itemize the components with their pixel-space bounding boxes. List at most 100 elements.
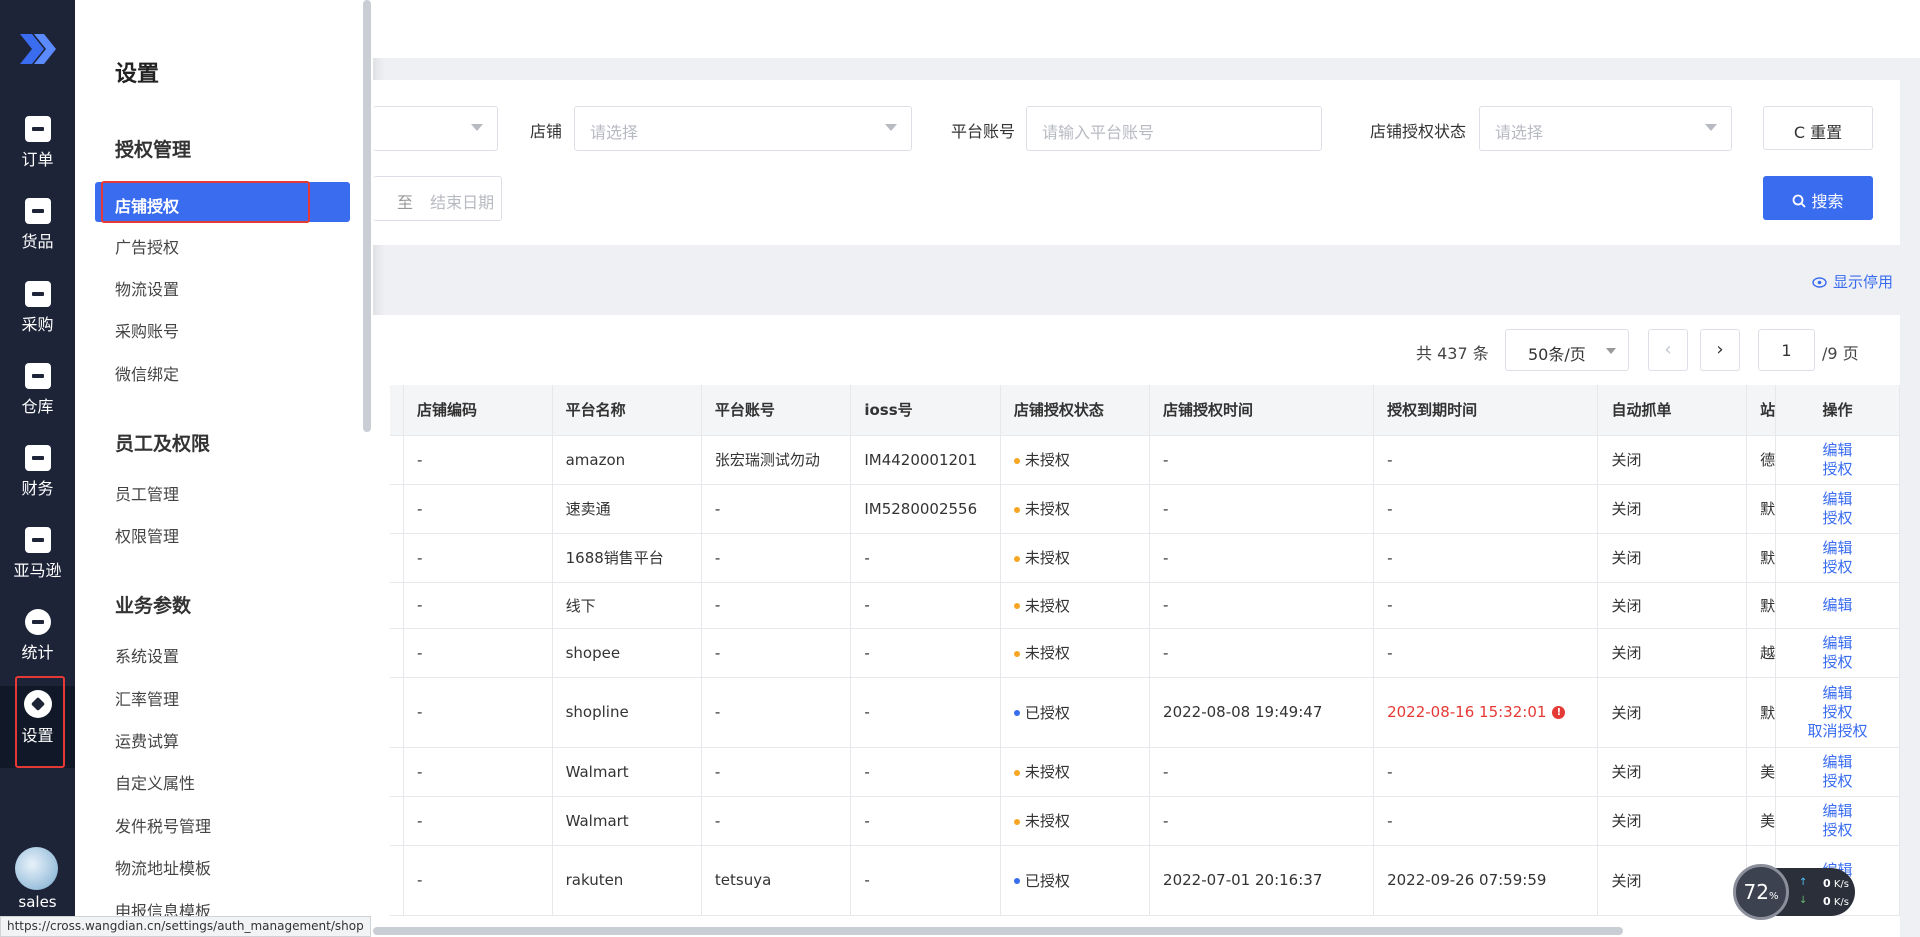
nav-item-goods[interactable]: 货品 xyxy=(0,194,75,276)
menu-item[interactable]: 自定义属性 xyxy=(115,770,195,794)
menu-item[interactable]: 微信绑定 xyxy=(115,361,179,385)
row-action-link[interactable]: 编辑 xyxy=(1776,802,1898,821)
chevron-down-icon xyxy=(885,124,897,131)
cell-account: tetsuya xyxy=(701,845,852,916)
user-avatar[interactable] xyxy=(15,847,58,890)
row-action-link[interactable]: 授权 xyxy=(1776,509,1898,528)
table-header-cell[interactable]: 店铺授权状态 xyxy=(1000,385,1151,436)
nav-item-amazon-chart[interactable]: 亚马逊 xyxy=(0,523,75,605)
cell-status: 已授权 xyxy=(1000,677,1151,748)
panel-scrollbar[interactable] xyxy=(363,0,371,432)
cell-auto: 关闭 xyxy=(1597,677,1748,748)
cell-ioss: - xyxy=(850,628,1001,678)
cell-expire: - xyxy=(1373,796,1599,846)
first-filter-select[interactable] xyxy=(373,106,498,151)
table-header-cell[interactable]: 自动抓单 xyxy=(1597,385,1748,436)
search-button[interactable]: 搜索 xyxy=(1763,176,1873,220)
row-action-link[interactable]: 授权 xyxy=(1776,558,1898,577)
menu-item[interactable]: 系统设置 xyxy=(115,643,179,667)
network-speed-widget[interactable]: 72% ↑ 0 K/s ↓ 0 K/s xyxy=(1733,864,1855,920)
menu-item[interactable]: 发件税号管理 xyxy=(115,813,211,837)
table-row[interactable]: - Walmart - - 未授权 - - 关闭美编辑 授权 xyxy=(390,796,1900,846)
menu-item[interactable]: 员工管理 xyxy=(115,481,179,505)
show-disabled-toggle[interactable]: 显示停用 xyxy=(1812,271,1893,292)
cell-platform: 线下 xyxy=(552,582,702,629)
prev-page-button[interactable]: ‹ xyxy=(1648,329,1688,371)
cell-ioss: - xyxy=(850,845,1001,916)
table-row[interactable]: - rakuten tetsuya - 已授权 2022-07-01 20:16:37 20… xyxy=(390,845,1900,916)
menu-item[interactable]: 汇率管理 xyxy=(115,686,179,710)
menu-item[interactable]: 权限管理 xyxy=(115,523,179,547)
row-action-link[interactable]: 授权 xyxy=(1776,703,1898,722)
table-row[interactable]: -1688销售平台 - - 未授权 - - 关闭默编辑 授权 xyxy=(390,533,1900,583)
page-number-input[interactable]: 1 xyxy=(1758,329,1815,371)
table-header-cell[interactable]: 店铺授权时间 xyxy=(1149,385,1375,436)
cell-auth-time: - xyxy=(1149,435,1375,485)
table-header-cell[interactable]: 站 xyxy=(1746,385,1777,436)
nav-item-finance[interactable]: 财务 xyxy=(0,441,75,523)
table-cell xyxy=(390,747,404,797)
cell-actions: 编辑授权 xyxy=(1775,484,1900,534)
cell-code: - xyxy=(403,677,553,748)
menu-item[interactable]: 运费试算 xyxy=(115,728,179,752)
menu-item[interactable]: 广告授权 xyxy=(115,234,179,258)
table-row[interactable]: - 线下 - - 未授权 - - 关闭默编辑 xyxy=(390,582,1900,629)
table-header-cell[interactable]: 授权到期时间 xyxy=(1373,385,1599,436)
row-action-link[interactable]: 编辑 xyxy=(1776,441,1898,460)
status-text: 未授权 xyxy=(1024,644,1070,662)
cell-actions: 编辑授权 xyxy=(1775,796,1900,846)
cell-account: - xyxy=(701,677,852,748)
next-page-button[interactable]: › xyxy=(1700,329,1740,371)
table-row[interactable]: - 速卖通 - IM5280002556 未授权 - - 关闭默编辑 授权 xyxy=(390,484,1900,534)
panel-title: 设置 xyxy=(115,62,160,87)
app-logo-icon[interactable] xyxy=(14,26,60,72)
row-action-link[interactable]: 编辑 xyxy=(1776,753,1898,772)
table-row[interactable]: - shopee - - 未授权 - - 关闭越编辑 授权 xyxy=(390,628,1900,678)
table-header-cell[interactable]: 平台名称 xyxy=(552,385,702,436)
menu-item[interactable]: 物流地址模板 xyxy=(115,855,211,879)
row-action-link[interactable]: 授权 xyxy=(1776,460,1898,479)
table-header-cell[interactable]: 平台账号 xyxy=(701,385,852,436)
cell-code: - xyxy=(403,628,553,678)
shop-select[interactable]: 请选择 xyxy=(574,106,912,151)
table-horizontal-scrollbar[interactable] xyxy=(373,927,1623,935)
eye-icon xyxy=(1812,277,1827,288)
nav-item-purchase[interactable]: 采购 xyxy=(0,277,75,359)
row-action-link[interactable]: 编辑 xyxy=(1776,596,1898,615)
settings-panel: 设置 授权管理 店铺授权 广告授权 物流设置 采购账号 微信绑定 员工及权限 员工管理 权限管理… xyxy=(75,0,373,937)
menu-item[interactable]: 物流设置 xyxy=(115,276,179,300)
account-input[interactable]: 请输入平台账号 xyxy=(1026,106,1322,151)
status-select[interactable]: 请选择 xyxy=(1479,106,1732,151)
cell-account: - xyxy=(701,747,852,797)
table-row[interactable]: - shopline - - 已授权 2022-08-08 19:49:47 2022-08… xyxy=(390,677,1900,748)
alert-icon[interactable]: ! xyxy=(1552,706,1566,719)
date-range-input[interactable]: 至 结束日期 xyxy=(373,176,502,221)
nav-item-label: 亚马逊 xyxy=(13,561,62,580)
table-header-cell[interactable]: ioss号 xyxy=(850,385,1001,436)
row-action-link[interactable]: 授权 xyxy=(1776,821,1898,840)
row-action-link[interactable]: 授权 xyxy=(1776,653,1898,672)
menu-item[interactable]: 采购账号 xyxy=(115,318,179,342)
table-header-cell[interactable]: 店铺编码 xyxy=(403,385,553,436)
nav-item-order[interactable]: 订单 xyxy=(0,112,75,194)
cell-actions: 编辑 xyxy=(1775,582,1900,629)
nav-item-warehouse[interactable]: 仓库 xyxy=(0,359,75,441)
table-row[interactable]: - amazon 张宏瑞测试勿动 IM4420001201 未授权 - - 关闭德编辑 授权 xyxy=(390,435,1900,485)
row-action-link[interactable]: 授权 xyxy=(1776,772,1898,791)
table-header-cell[interactable]: 操作 xyxy=(1775,385,1900,436)
table-row[interactable]: - Walmart - - 未授权 - - 关闭美编辑 授权 xyxy=(390,747,1900,797)
status-text: 未授权 xyxy=(1024,500,1070,518)
download-arrow-icon: ↓ xyxy=(1799,895,1808,906)
nav-item-pie-chart[interactable]: 统计 xyxy=(0,605,75,687)
cell-status: 未授权 xyxy=(1000,435,1151,485)
row-action-link[interactable]: 取消授权 xyxy=(1776,722,1898,741)
row-action-link[interactable]: 编辑 xyxy=(1776,684,1898,703)
row-action-link[interactable]: 编辑 xyxy=(1776,539,1898,558)
menu-group-title: 授权管理 xyxy=(115,139,192,161)
page-size-select[interactable]: 50条/页 xyxy=(1505,329,1629,371)
status-text: 已授权 xyxy=(1024,871,1070,890)
row-action-link[interactable]: 编辑 xyxy=(1776,634,1898,653)
row-action-link[interactable]: 编辑 xyxy=(1776,490,1898,509)
reset-button[interactable]: C 重置 xyxy=(1763,106,1873,150)
cell-ioss: - xyxy=(850,582,1001,629)
